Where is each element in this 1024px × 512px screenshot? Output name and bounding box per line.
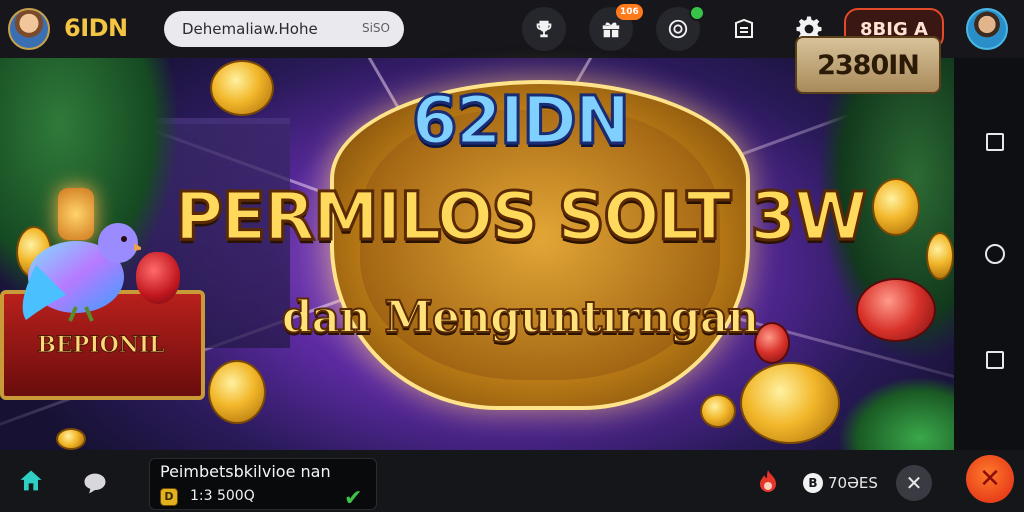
home-icon[interactable] [14, 464, 48, 498]
banner-main-title: PERMILOS SOLT 3W [173, 177, 868, 257]
home-icon-glyph [20, 470, 42, 491]
chat-icon-glyph [84, 473, 106, 494]
square-icon [986, 133, 1004, 151]
leaf-foliage [840, 378, 954, 450]
raspberry-icon [136, 252, 180, 304]
target-icon-glyph [668, 19, 688, 39]
gold-coin [208, 360, 266, 424]
profile-avatar[interactable] [8, 8, 50, 50]
online-dot [689, 5, 705, 21]
search-value: Dehemaliaw.Hohe [182, 20, 318, 38]
rail-square-button[interactable] [985, 350, 1005, 370]
app-root: 6IDN Dehemaliaw.Hohe SiSO 106 8BIG A BEP… [0, 0, 1024, 512]
counter-coin-icon: B [803, 473, 823, 493]
notice-title: Peimbetsbkilvioe nan [160, 462, 331, 481]
chest-label: BEPIONIL [37, 332, 165, 359]
banner-subtitle: dan Menguntırngan [281, 291, 761, 344]
gold-coin [926, 232, 954, 280]
coin-icon: D [160, 488, 178, 506]
fire-icon[interactable] [756, 468, 780, 496]
counter-value: 70ƏES [828, 474, 878, 492]
brand-logo[interactable]: 6IDN [64, 14, 128, 42]
check-icon: ✔ [344, 486, 363, 511]
notification-badge: 106 [616, 4, 643, 20]
gold-coin [740, 362, 840, 444]
search-input[interactable]: Dehemaliaw.Hohe SiSO [164, 11, 404, 47]
gift-icon-glyph [602, 22, 620, 38]
trophy-icon[interactable] [522, 7, 566, 51]
gold-coin [56, 428, 86, 450]
promo-amount-box[interactable]: 2380IN [795, 36, 941, 94]
inbox-icon[interactable] [728, 13, 760, 45]
inbox-icon-glyph [735, 18, 753, 38]
rail-circle-button[interactable] [985, 244, 1005, 264]
chat-icon[interactable] [78, 466, 112, 500]
user-avatar[interactable] [966, 8, 1008, 50]
lifebuoy-icon[interactable]: ✕ [966, 455, 1014, 503]
gold-coin [210, 60, 274, 116]
circle-icon [985, 244, 1005, 264]
notice-amount: 1:3 500Q [190, 488, 255, 504]
gold-coin [700, 394, 736, 428]
red-coin [856, 278, 936, 342]
bird-mascot [22, 223, 141, 322]
close-icon[interactable]: ✕ [896, 465, 932, 501]
banner-brand-title: 62IDN [410, 81, 631, 161]
trophy-icon-glyph [536, 20, 552, 38]
search-suffix: SiSO [361, 21, 390, 35]
rail-square-button[interactable] [985, 132, 1005, 152]
square-icon [986, 351, 1004, 369]
